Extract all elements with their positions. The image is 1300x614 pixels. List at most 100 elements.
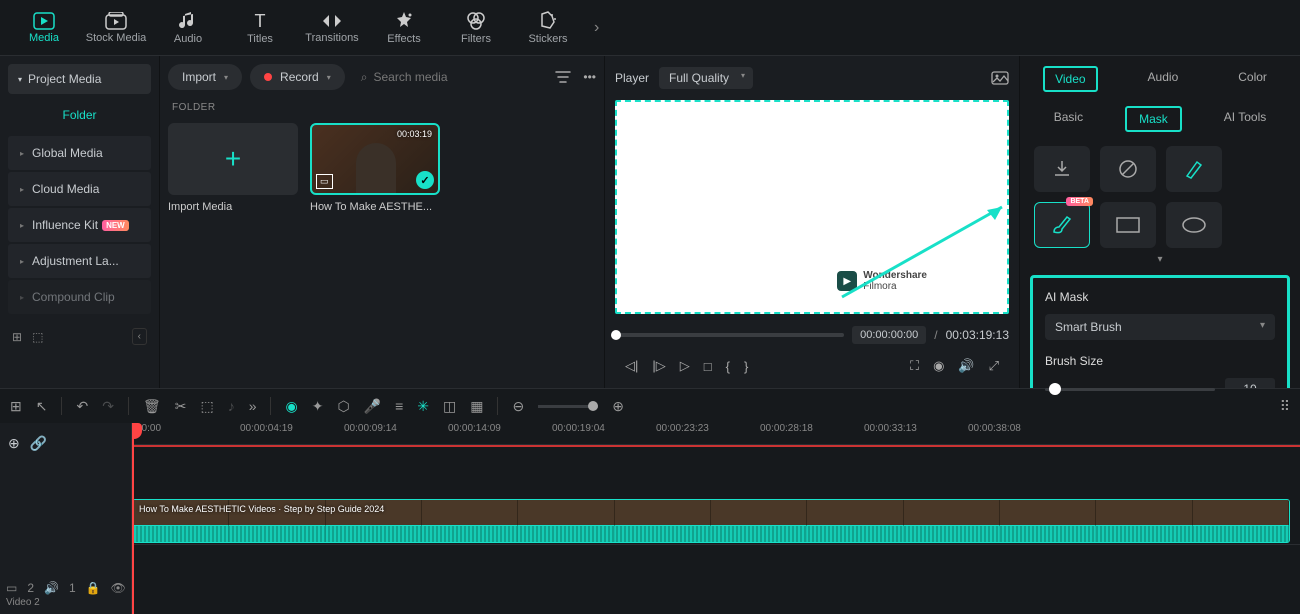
mask-brush-icon[interactable]: BETA xyxy=(1034,202,1090,248)
zoom-slider[interactable] xyxy=(538,405,598,408)
video-track-icon[interactable]: ▭ xyxy=(6,581,17,595)
record-dropdown[interactable]: Record xyxy=(250,64,345,90)
shield-icon[interactable]: ⬡ xyxy=(337,398,349,415)
display-icon[interactable]: ⛶ xyxy=(910,358,919,374)
tl-select-icon[interactable]: ↖ xyxy=(36,398,48,415)
timeline-tracks[interactable]: 00:00 00:00:04:19 00:00:09:14 00:00:14:0… xyxy=(132,423,1300,614)
marker-icon[interactable]: ✳ xyxy=(417,398,429,415)
tab-video[interactable]: Video xyxy=(1043,66,1097,92)
nav-effects[interactable]: Effects xyxy=(370,3,438,53)
subtab-mask[interactable]: Mask xyxy=(1125,106,1182,132)
nav-more-icon[interactable]: › xyxy=(586,19,607,37)
delete-icon[interactable]: 🗑 xyxy=(143,398,161,415)
zoom-in-icon[interactable]: ⊕ xyxy=(612,398,624,415)
search-input[interactable]: ⌕ Search media xyxy=(353,66,548,89)
view-icon[interactable]: ⠿ xyxy=(1280,398,1290,415)
mask-pen-icon[interactable] xyxy=(1166,146,1222,192)
video-preview[interactable]: ▶ WondershareFilmora xyxy=(615,100,1009,314)
nav-transitions[interactable]: Transitions xyxy=(298,3,366,53)
nav-titles[interactable]: T Titles xyxy=(226,3,294,53)
mask-none-icon[interactable] xyxy=(1100,146,1156,192)
subtab-ai[interactable]: AI Tools xyxy=(1212,106,1278,132)
sparkle-icon[interactable]: ✦ xyxy=(312,398,324,415)
tl-more-icon[interactable]: » xyxy=(249,398,257,414)
sidebar-influence-kit[interactable]: Influence KitNEW xyxy=(8,208,151,242)
link-icon[interactable]: 🔗 xyxy=(30,435,47,452)
quality-select[interactable]: Full Quality xyxy=(659,67,753,89)
audio-icon xyxy=(178,11,198,31)
grid-icon[interactable]: ▦ xyxy=(470,398,483,415)
timeline-clip[interactable]: How To Make AESTHETIC Videos · Step by S… xyxy=(132,499,1290,543)
tab-audio[interactable]: Audio xyxy=(1138,66,1189,92)
time-ruler[interactable]: 00:00 00:00:04:19 00:00:09:14 00:00:14:0… xyxy=(132,423,1300,445)
nav-stock[interactable]: Stock Media xyxy=(82,3,150,53)
music-icon[interactable]: ♪ xyxy=(228,398,235,414)
sidebar-adjustment[interactable]: Adjustment La... xyxy=(8,244,151,278)
cut-icon[interactable]: ✂ xyxy=(175,398,187,415)
playhead[interactable] xyxy=(132,423,134,614)
snap-icon[interactable]: ◫ xyxy=(443,398,456,415)
visibility-icon[interactable]: 👁 xyxy=(111,581,126,595)
nav-filters[interactable]: Filters xyxy=(442,3,510,53)
add-folder-icon[interactable]: ⊞ xyxy=(12,330,22,344)
add-track-icon[interactable]: ⊕ xyxy=(8,435,20,452)
mic-icon[interactable]: 🎤 xyxy=(364,398,381,415)
mark-out-icon[interactable]: } xyxy=(744,359,748,374)
step-back-icon[interactable]: |▷ xyxy=(652,358,665,374)
tab-color[interactable]: Color xyxy=(1228,66,1277,92)
folder-section-label: FOLDER xyxy=(168,102,596,113)
camera-icon[interactable]: ◉ xyxy=(933,358,944,374)
stop-icon[interactable]: □ xyxy=(704,359,712,374)
new-bin-icon[interactable]: ⬚ xyxy=(32,330,43,344)
mask-shape-grid: BETA xyxy=(1030,142,1290,252)
sidebar-global-media[interactable]: Global Media xyxy=(8,136,151,170)
svg-text:T: T xyxy=(255,11,266,31)
mask-import-icon[interactable] xyxy=(1034,146,1090,192)
mark-in-icon[interactable]: { xyxy=(726,359,730,374)
brush-size-slider[interactable] xyxy=(1045,388,1215,391)
import-media-card[interactable]: + Import Media xyxy=(168,123,298,213)
progress-bar[interactable] xyxy=(615,333,844,337)
nav-stickers[interactable]: Stickers xyxy=(514,3,582,53)
crop-icon[interactable]: ⬚ xyxy=(200,398,213,415)
more-icon[interactable]: ••• xyxy=(583,70,596,84)
redo-icon[interactable]: ↷ xyxy=(102,398,114,415)
filter-icon[interactable] xyxy=(555,70,571,84)
undo-icon[interactable]: ↶ xyxy=(76,398,88,415)
add-icon: + xyxy=(168,123,298,195)
brush-size-label: Brush Size xyxy=(1045,354,1275,368)
media-browser: Import Record ⌕ Search media ••• FOLDER … xyxy=(160,56,605,388)
player-title: Player xyxy=(615,71,649,85)
mask-ellipse-icon[interactable] xyxy=(1166,202,1222,248)
play-icon[interactable]: ▷ xyxy=(680,358,690,374)
left-sidebar: Project Media Folder Global Media Cloud … xyxy=(0,56,160,388)
zoom-out-icon[interactable]: ⊖ xyxy=(512,398,524,415)
audio-track-icon[interactable]: 🔊 xyxy=(44,581,59,595)
folder-link[interactable]: Folder xyxy=(8,100,151,130)
lock-icon[interactable]: 🔒 xyxy=(86,581,101,595)
import-dropdown[interactable]: Import xyxy=(168,64,242,90)
top-nav: Media Stock Media Audio T Titles Transit… xyxy=(0,0,1300,56)
snapshot-icon[interactable] xyxy=(991,71,1009,85)
subtitle-icon[interactable]: ≡ xyxy=(395,398,403,414)
mask-rect-icon[interactable] xyxy=(1100,202,1156,248)
subtab-basic[interactable]: Basic xyxy=(1042,106,1095,132)
mask-mode-select[interactable]: Smart Brush xyxy=(1045,314,1275,340)
nav-audio[interactable]: Audio xyxy=(154,3,222,53)
media-clip-card[interactable]: 00:03:19 ▭ ✓ How To Make AESTHE... xyxy=(310,123,440,213)
nav-media[interactable]: Media xyxy=(10,3,78,53)
expand-icon[interactable]: ▾ xyxy=(1030,252,1290,267)
project-media-header[interactable]: Project Media xyxy=(8,64,151,94)
time-current: 00:00:00:00 xyxy=(852,326,926,344)
timeline: ⊞ ↖ ↶ ↷ 🗑 ✂ ⬚ ♪ » ◉ ✦ ⬡ 🎤 ≡ ✳ ◫ ▦ ⊖ ⊕ ⠿ xyxy=(0,388,1300,614)
beta-badge: BETA xyxy=(1066,197,1093,206)
audio-waveform xyxy=(133,526,1289,542)
prev-icon[interactable]: ◁| xyxy=(625,358,638,374)
fullscreen-icon[interactable]: ⤢ xyxy=(989,358,999,374)
sidebar-cloud-media[interactable]: Cloud Media xyxy=(8,172,151,206)
ai-icon[interactable]: ◉ xyxy=(285,398,297,415)
sidebar-compound[interactable]: Compound Clip xyxy=(8,280,151,314)
volume-icon[interactable]: 🔊 xyxy=(958,358,974,374)
tl-layout-icon[interactable]: ⊞ xyxy=(10,398,22,415)
collapse-sidebar-icon[interactable]: ‹ xyxy=(132,328,147,345)
